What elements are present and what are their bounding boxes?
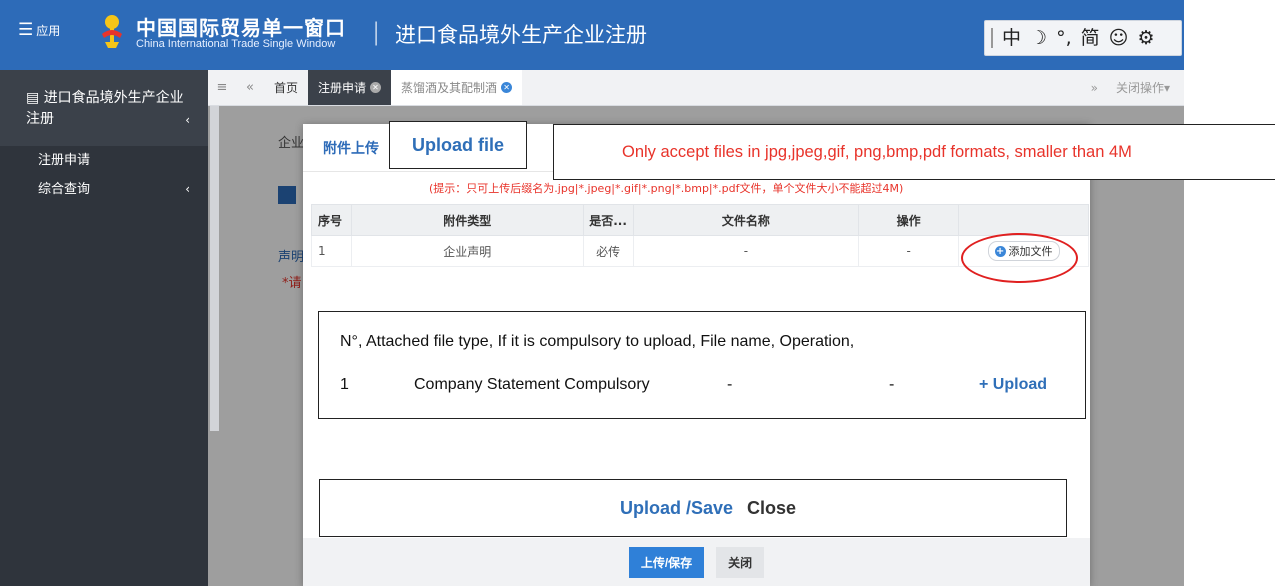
annotation-table-header: N°, Attached file type, If it is compuls… — [340, 333, 855, 350]
title-divider: | — [372, 18, 381, 46]
system-title: 进口食品境外生产企业注册 — [395, 23, 647, 47]
chevron-left-icon: ‹ — [185, 182, 190, 196]
module-icon: ▤ — [26, 90, 44, 106]
tab-bar: ≡ « 首页 注册申请 ✕ 蒸馏酒及其配制酒 ✕ » 关闭操作▾ — [208, 70, 1184, 106]
language-toggle[interactable]: 中 — [1002, 28, 1021, 48]
punctuation-toggle[interactable]: °, — [1056, 28, 1072, 48]
menu-toggle-icon[interactable]: ≡ — [208, 70, 236, 105]
cell-operation: - — [858, 235, 960, 267]
scroll-left-icon[interactable]: « — [236, 70, 264, 105]
sidebar-item-label: 注册申请 — [38, 153, 91, 168]
sidebar-item-register[interactable]: 注册申请 — [0, 146, 208, 175]
tab-home[interactable]: 首页 — [264, 70, 308, 105]
close-ops-label: 关闭操作 — [1115, 81, 1164, 95]
annotation-row-type: Company Statement Compulsory — [414, 376, 650, 393]
upload-hint: (提示：只可上传后缀名为.jpg|*.jpeg|*.gif|*.png|*.bm… — [429, 182, 904, 195]
cell-required: 必传 — [582, 235, 634, 267]
highlight-ellipse — [961, 233, 1078, 283]
col-type: 附件类型 — [350, 204, 584, 236]
col-filename: 文件名称 — [632, 204, 860, 236]
dialog-title: 附件上传 — [323, 141, 379, 157]
brand-title-cn: 中国国际贸易单一窗口 — [136, 16, 346, 40]
tab-label: 蒸馏酒及其配制酒 — [401, 81, 498, 95]
cell-type: 企业声明 — [350, 235, 584, 267]
tab-label: 首页 — [274, 81, 299, 95]
module-title: 进口食品境外生产企业注册 — [26, 90, 184, 127]
table-header-row: 序号 附件类型 是否... 文件名称 操作 — [311, 204, 1089, 236]
simplified-toggle[interactable]: 简 — [1081, 28, 1100, 48]
cell-index: 1 — [311, 235, 352, 267]
upload-save-button[interactable]: 上传/保存 — [628, 546, 705, 578]
col-required: 是否... — [582, 204, 634, 236]
sidebar-module-header[interactable]: ▤ 进口食品境外生产企业注册 ‹ — [0, 70, 208, 146]
annotation-close: Close — [747, 497, 797, 518]
app-menu-label: 应用 — [36, 24, 61, 38]
close-icon[interactable]: ✕ — [370, 82, 382, 93]
tab-register[interactable]: 注册申请 ✕ — [308, 70, 392, 105]
annotation-row-index: 1 — [340, 376, 349, 393]
annotation-upload-title: Upload file — [389, 121, 527, 169]
close-operations-dropdown[interactable]: 关闭操作▾ — [1116, 79, 1170, 96]
close-button[interactable]: 关闭 — [716, 546, 765, 578]
customs-emblem-icon — [102, 15, 122, 48]
sidebar-item-label: 综合查询 — [38, 182, 91, 197]
annotation-save: Upload /Save — [619, 497, 733, 518]
scroll-right-icon[interactable]: » — [1091, 81, 1098, 95]
moon-icon[interactable]: ☽ — [1030, 28, 1047, 48]
toolbar-grip[interactable] — [991, 28, 993, 48]
input-method-toolbar: 中 ☽ °, 简 ☺ ⚙ — [984, 20, 1182, 56]
sidebar: ▤ 进口食品境外生产企业注册 ‹ 注册申请 综合查询 ‹ — [0, 70, 208, 586]
hamburger-icon: ☰ — [18, 20, 34, 40]
settings-icon[interactable]: ⚙ — [1137, 28, 1154, 48]
tab-label: 注册申请 — [318, 81, 367, 95]
chevron-left-icon: ‹ — [185, 113, 190, 127]
col-action — [958, 204, 1089, 236]
cell-filename: - — [632, 235, 860, 267]
top-header: ☰ 应用 中国国际贸易单一窗口 China International Trad… — [0, 0, 1184, 70]
annotation-buttons: Upload /Save Close — [319, 479, 1067, 537]
app-menu-button[interactable]: ☰ 应用 — [18, 22, 60, 39]
dialog-footer: 上传/保存 关闭 — [303, 538, 1090, 586]
annotation-formats: Only accept files in jpg,jpeg,gif, png,b… — [553, 124, 1275, 180]
close-icon[interactable]: ✕ — [501, 82, 513, 93]
brand-title-en: China International Trade Single Window — [136, 38, 336, 50]
sidebar-item-query[interactable]: 综合查询 ‹ — [0, 175, 208, 204]
annotation-row-filename: - — [727, 376, 733, 393]
tab-spirits[interactable]: 蒸馏酒及其配制酒 ✕ — [391, 70, 523, 105]
col-index: 序号 — [311, 204, 352, 236]
annotation-table: N°, Attached file type, If it is compuls… — [318, 311, 1086, 419]
annotation-row-operation: - — [889, 376, 895, 393]
scrollbar[interactable] — [210, 106, 219, 431]
col-operation: 操作 — [858, 204, 960, 236]
smile-icon[interactable]: ☺ — [1109, 28, 1129, 48]
annotation-row-upload: + Upload — [979, 376, 1048, 393]
